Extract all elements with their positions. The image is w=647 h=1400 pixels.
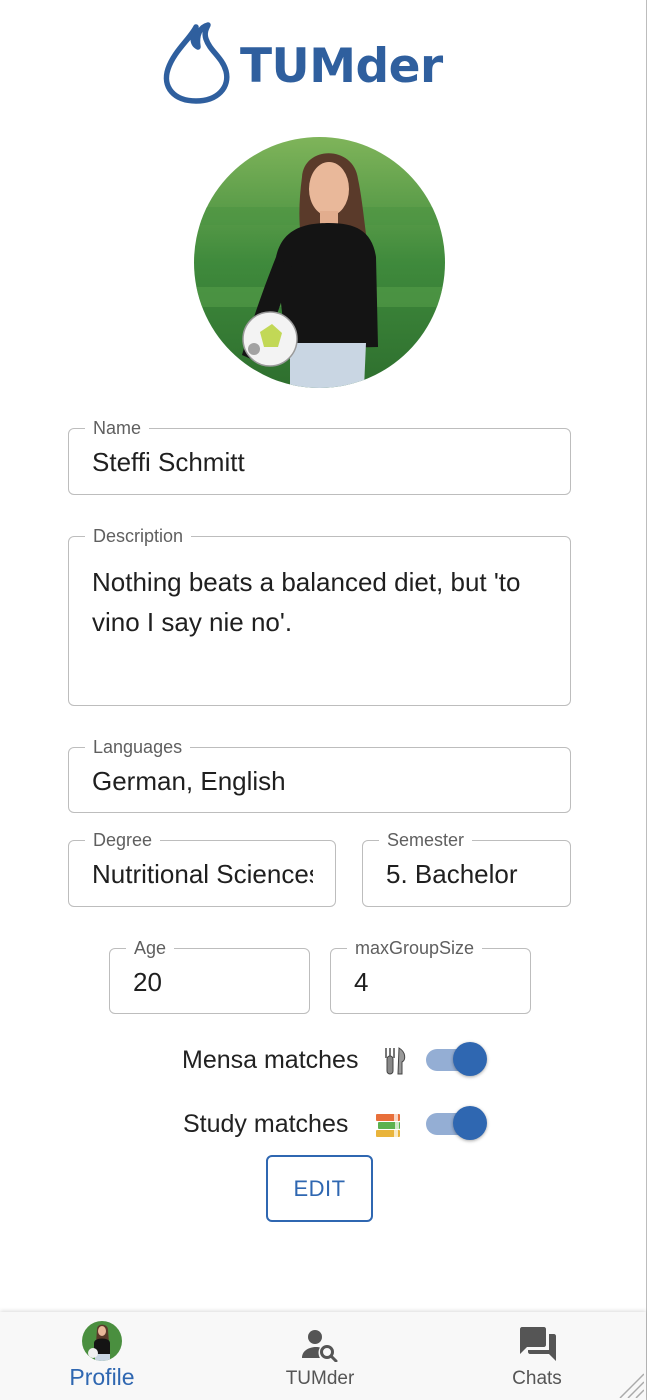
- semester-value[interactable]: 5. Bachelor: [386, 857, 550, 891]
- fork-knife-emoji-icon: [385, 1047, 406, 1075]
- languages-label: Languages: [85, 736, 191, 758]
- study-matches-label: Study matches: [183, 1110, 349, 1138]
- nav-tab-profile[interactable]: Profile: [40, 1312, 164, 1400]
- degree-value[interactable]: Nutritional Sciences: [92, 857, 313, 891]
- mensa-matches-label: Mensa matches: [182, 1046, 359, 1074]
- bottom-navigation: Profile TUMder Chats: [0, 1312, 646, 1400]
- flame-logo-icon: [163, 22, 230, 104]
- study-matches-switch[interactable]: [426, 1104, 488, 1144]
- mensa-matches-switch[interactable]: [426, 1040, 488, 1080]
- semester-field[interactable]: Semester 5. Bachelor: [362, 829, 571, 907]
- age-value[interactable]: 20: [133, 965, 289, 999]
- app-logo: TUMder: [160, 18, 443, 108]
- books-emoji-icon: [376, 1114, 400, 1137]
- chat-bubbles-icon: [520, 1327, 556, 1361]
- max-group-size-field[interactable]: maxGroupSize 4: [330, 937, 531, 1014]
- age-field[interactable]: Age 20: [109, 937, 310, 1014]
- study-matches-row: Study matches: [0, 1104, 647, 1144]
- nav-label-tumder: TUMder: [285, 1368, 355, 1389]
- profile-avatar[interactable]: [194, 137, 445, 388]
- switch-thumb: [453, 1042, 487, 1076]
- semester-label: Semester: [379, 829, 473, 851]
- max-group-size-value[interactable]: 4: [354, 965, 510, 999]
- resize-grip-icon[interactable]: [616, 1370, 644, 1398]
- description-field[interactable]: Description Nothing beats a balanced die…: [68, 525, 571, 706]
- person-search-icon: [302, 1330, 338, 1362]
- age-label: Age: [126, 937, 175, 959]
- max-group-size-label: maxGroupSize: [347, 937, 483, 959]
- name-value[interactable]: Steffi Schmitt: [92, 445, 550, 479]
- nav-label-profile: Profile: [69, 1364, 135, 1390]
- profile-avatar-icon: [82, 1321, 122, 1361]
- nav-label-chats: Chats: [512, 1368, 562, 1389]
- app-title: TUMder: [240, 38, 443, 94]
- degree-field[interactable]: Degree Nutritional Sciences: [68, 829, 336, 907]
- languages-value[interactable]: German, English: [92, 764, 550, 798]
- description-value[interactable]: Nothing beats a balanced diet, but 'to v…: [92, 562, 550, 642]
- name-label: Name: [85, 417, 150, 439]
- degree-label: Degree: [85, 829, 161, 851]
- languages-field[interactable]: Languages German, English: [68, 736, 571, 813]
- description-label: Description: [85, 525, 192, 547]
- nav-tab-tumder[interactable]: TUMder: [262, 1312, 378, 1400]
- switch-thumb: [453, 1106, 487, 1140]
- edit-button[interactable]: EDIT: [266, 1155, 373, 1222]
- name-field[interactable]: Name Steffi Schmitt: [68, 417, 571, 495]
- nav-tab-chats[interactable]: Chats: [492, 1312, 582, 1400]
- mensa-matches-row: Mensa matches: [0, 1040, 647, 1080]
